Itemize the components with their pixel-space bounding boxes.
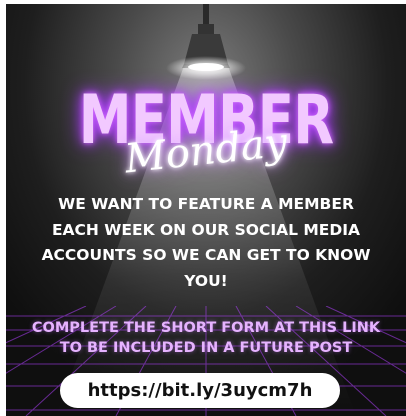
poster-call-to-action: COMPLETE THE SHORT FORM AT THIS LINK TO … <box>31 320 381 356</box>
signup-link-button[interactable]: https://bit.ly/3uycm7h <box>60 373 340 408</box>
poster-intro-text: WE WANT TO FEATURE A MEMBER EACH WEEK ON… <box>41 195 371 290</box>
member-monday-poster: MEMBER Monday WE WANT TO FEATURE A MEMBE… <box>6 4 406 416</box>
